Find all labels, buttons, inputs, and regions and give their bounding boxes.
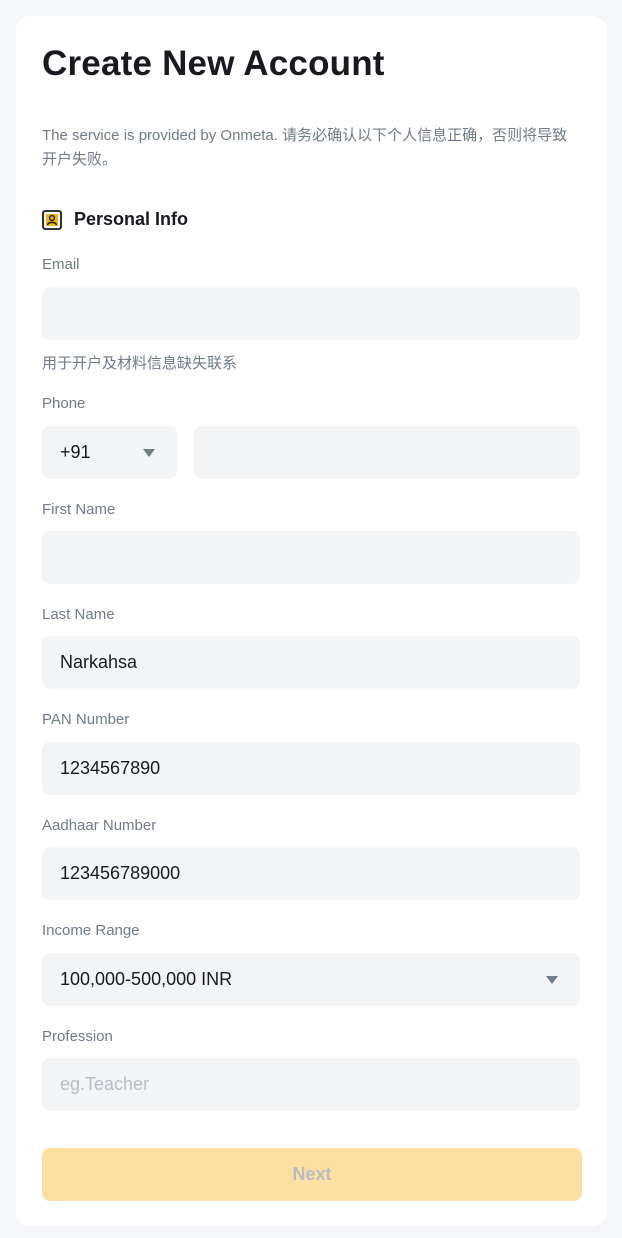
last-name-label: Last Name: [42, 606, 115, 623]
first-name-field[interactable]: [42, 531, 580, 584]
aadhaar-number-field[interactable]: 123456789000: [42, 847, 580, 900]
person-card-icon: [42, 209, 62, 230]
pan-value: 1234567890: [60, 758, 161, 778]
last-name-value: Narkahsa: [60, 652, 138, 672]
section-title: Personal Info: [74, 209, 189, 229]
profession-placeholder: eg.Teacher: [60, 1074, 150, 1094]
next-button[interactable]: Next: [42, 1148, 582, 1201]
country-code-select[interactable]: +91: [42, 426, 177, 479]
caret-down-icon: [546, 975, 558, 984]
country-code-value: +91: [60, 442, 91, 462]
email-field[interactable]: [42, 287, 580, 340]
section-header-personal-info: Personal Info: [42, 209, 188, 230]
profession-label: Profession: [42, 1028, 113, 1045]
income-range-label: Income Range: [42, 922, 140, 939]
pan-number-field[interactable]: 1234567890: [42, 742, 580, 795]
last-name-field[interactable]: Narkahsa: [42, 636, 580, 689]
caret-down-icon: [143, 448, 155, 457]
page-title: Create New Account: [42, 44, 385, 83]
income-range-value: 100,000-500,000 INR: [60, 969, 233, 989]
aadhaar-label: Aadhaar Number: [42, 817, 157, 834]
income-range-select[interactable]: 100,000-500,000 INR: [42, 953, 580, 1006]
email-hint: 用于开户及材料信息缺失联系: [42, 355, 238, 372]
create-account-card: Create New Account The service is provid…: [16, 16, 607, 1226]
first-name-label: First Name: [42, 501, 116, 518]
pan-label: PAN Number: [42, 711, 130, 728]
phone-label: Phone: [42, 395, 86, 412]
service-description: The service is provided by Onmeta. 请务必确认…: [42, 127, 568, 168]
profession-field[interactable]: eg.Teacher: [42, 1058, 580, 1111]
phone-field[interactable]: [194, 426, 580, 479]
email-label: Email: [42, 256, 80, 273]
aadhaar-value: 123456789000: [60, 863, 181, 883]
